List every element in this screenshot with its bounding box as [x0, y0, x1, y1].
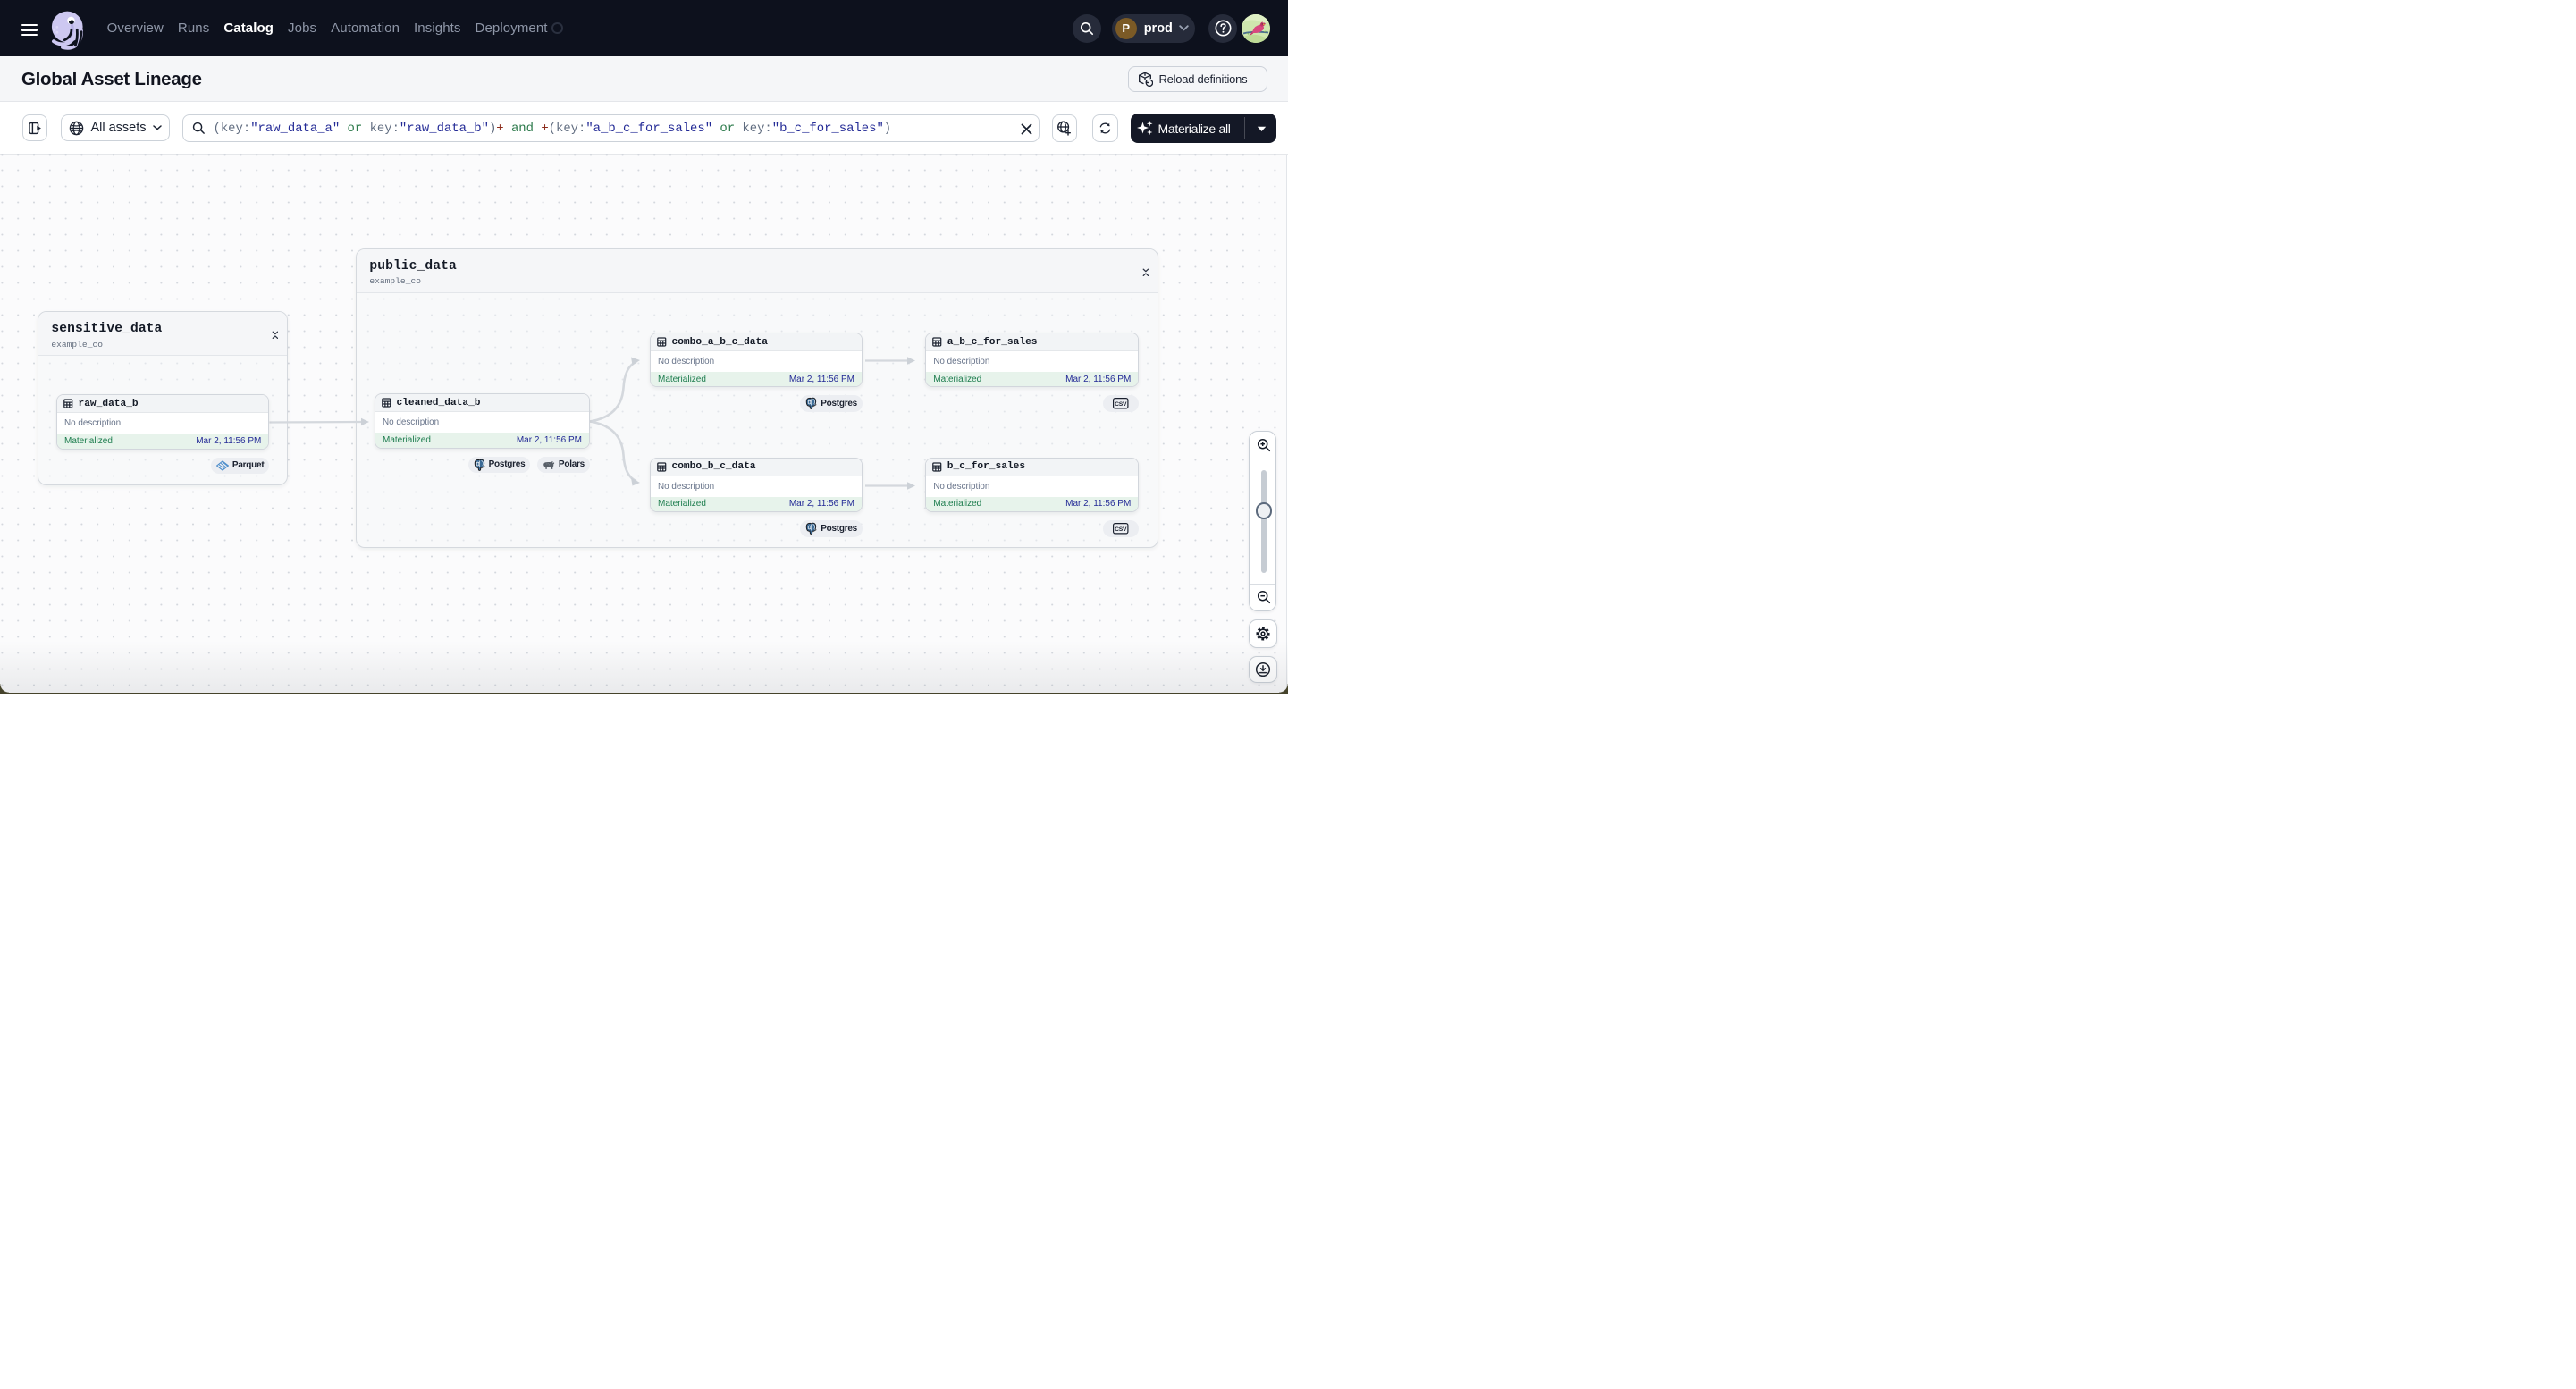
svg-text:CSV: CSV: [1115, 526, 1127, 533]
svg-text:CSV: CSV: [1115, 401, 1127, 408]
